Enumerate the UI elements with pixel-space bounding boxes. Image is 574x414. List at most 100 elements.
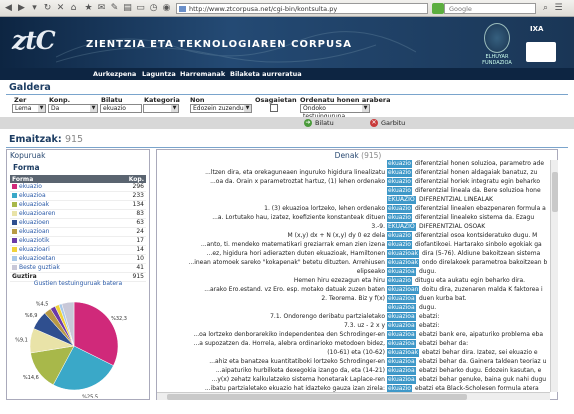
keyword[interactable]: ekuazioa [387,331,416,339]
nav-harremanak[interactable]: Harremanak [180,68,225,80]
bookmark-icon[interactable]: ★ [83,3,94,14]
forma-link[interactable]: ekuazio [19,183,42,190]
table-row[interactable]: ekuazioan 24 [10,227,146,237]
search-input[interactable]: Google [444,3,536,14]
forma-link[interactable]: ekuazioa [19,192,46,199]
reload-icon[interactable]: ↻ [42,3,53,14]
concordance-line[interactable]: M (x,y) dx + N (x,y) dy 0 ez dela ekuazio… [157,232,549,240]
horizontal-scrollbar[interactable] [157,392,550,400]
forma-cell[interactable]: Beste guztiak [10,263,110,273]
table-row[interactable]: ekuaziotik 17 [10,236,146,246]
concordance-line[interactable]: ...anto, ti. mendeko matematikari grezia… [157,241,549,249]
forma-link[interactable]: ekuazioari [19,246,50,253]
search-icon[interactable]: ⌕ [540,3,551,14]
forma-cell[interactable]: ekuazioaren [10,209,110,219]
keyword[interactable]: ekuazioa [387,322,416,330]
forma-link[interactable]: Beste guztiak [19,264,60,271]
forma-cell[interactable]: ekuazioan [10,227,110,237]
go-button[interactable] [432,3,444,14]
forma-cell[interactable]: ekuazio [10,183,110,192]
concordance-line[interactable]: ...oa lortzeko denborarekiko independent… [157,331,549,339]
keyword[interactable]: ekuazioa [387,295,416,303]
menu-icon[interactable]: ☰ [553,3,564,14]
print-icon[interactable]: ▤ [122,3,133,14]
keyword[interactable]: ekuazioak [387,259,420,267]
forma-link[interactable]: ekuaziotik [19,237,49,244]
concordance-line[interactable]: ekuazio diferentzial lineala da. Bere sol… [157,187,549,195]
mail-icon[interactable]: ✉ [96,3,107,14]
concordance-line[interactable]: 7.1. Ondorengo deribatu partzialetako eku… [157,313,549,321]
rss-icon[interactable]: ◉ [161,3,172,14]
history-icon[interactable]: ◷ [148,3,159,14]
keyword[interactable]: EKUAZIO [387,196,416,204]
concordance-line[interactable]: ekuazio diferentzial honen soluzioa, para… [157,160,549,168]
forward-icon[interactable]: ▶ [16,3,27,14]
scrollbar-thumb[interactable] [552,172,558,212]
table-row[interactable]: ekuazioa 233 [10,191,146,201]
keyword[interactable]: ekuazio [387,241,412,249]
url-bar[interactable]: http://www.ztcorpusa.net/cgi-bin/kontsul… [176,3,428,14]
edit-icon[interactable]: ✎ [109,3,120,14]
nav-laguntza[interactable]: Laguntza [142,68,176,80]
concordance-line[interactable]: EKUAZIO DIFERENTZIAL LINEALAK [157,196,549,204]
concordance-line[interactable]: (10-61) eta (10-62) ekuazioak ebatzi behar… [157,349,549,357]
concordance-line[interactable]: 3.-9. EKUAZIO DIFERENTZIAL OSOAK [157,223,549,231]
concordance-line[interactable]: ...ez, higidura hori adierazten duten ek… [157,250,549,258]
keyword[interactable]: ekuazioak [387,349,420,357]
forma-cell[interactable]: ekuaziotik [10,236,110,246]
non-select[interactable]: Edozein zuzendun ▼ [190,104,252,113]
concordance-line[interactable]: ekuazioa dugu. [157,304,549,312]
keyword[interactable]: EKUAZIO [387,223,416,231]
keyword[interactable]: ekuazio [387,187,412,195]
table-row[interactable]: ekuazioaren 83 [10,209,146,219]
home-icon[interactable]: ⌂ [68,3,79,14]
table-row[interactable]: ekuazio 296 [10,183,146,192]
concordance-line[interactable]: ...aipaturiko hurbilketa dexegokia izang… [157,367,549,375]
bilatu-button[interactable]: ➔ Bilatu [304,118,334,128]
keyword[interactable]: ekuazioak [387,250,420,258]
nav-bilaketa-aurreratua[interactable]: Bilaketa aurreratua [230,68,302,80]
table-row[interactable]: ekuazioetan 10 [10,254,146,264]
elhuyar-logo[interactable] [484,23,510,53]
concordance-line[interactable]: Hemen hiru ezezagun eta hiru ekuazio ditug… [157,277,549,285]
ordenatu-select[interactable]: Ondoko testuinguruna▼ [300,104,370,120]
stop-icon[interactable]: ✕ [55,3,66,14]
concordance-line[interactable]: elipseako ekuazioa dugu. [157,268,549,276]
table-row[interactable]: ekuazioen 63 [10,218,146,228]
kategoria-select[interactable]: ▼ [143,104,179,113]
concordance-line[interactable]: ...inean atomoek sareko "kokapenak" bete… [157,259,549,267]
forma-cell[interactable]: ekuazioari [10,245,110,255]
keyword[interactable]: ekuazioa [387,358,416,366]
forma-cell[interactable]: ekuazioak [10,200,110,210]
nav-aurkezpena[interactable]: Aurkezpena [93,68,136,80]
konp-select[interactable]: Da ▼ [48,104,98,113]
dropdown-icon[interactable]: ▾ [29,3,40,14]
keyword[interactable]: ekuazioa [387,376,416,384]
vertical-scrollbar[interactable] [550,160,558,392]
concordance-line[interactable]: ...oa da. Orain x parametroztat hartuz, … [157,178,549,186]
concordance-line[interactable]: ...arako Ero.estand. vz Ero. esp. motako… [157,286,549,294]
bilatu-input[interactable]: ekuazio [100,104,142,113]
back-icon[interactable]: ◀ [3,3,14,14]
concordance-line[interactable]: 1. (3) ekuazioa lortzeko, lehen ordenako… [157,205,549,213]
forma-link[interactable]: ekuazioan [19,228,49,235]
col-kop[interactable]: Kop. [109,175,146,183]
keyword[interactable]: ekuazioa [387,304,416,312]
osagaietan-checkbox[interactable] [270,104,278,112]
keyword[interactable]: ekuazio [387,232,412,240]
concordance-line[interactable]: ...ltzen dira, eta orekaguneaen inguruko… [157,169,549,177]
concordance-line[interactable]: ...y(x) zehatz kalkulatzeko sistema hone… [157,376,549,384]
forma-link[interactable]: ekuazioetan [19,255,55,262]
concordance-line[interactable]: 7.3. uz - 2 x y ekuazioa ebatzi: [157,322,549,330]
site-logo[interactable]: ztC [12,26,56,55]
folder-icon[interactable]: ▭ [135,3,146,14]
keyword[interactable]: ekuazioa [387,268,416,276]
keyword[interactable]: ekuazio [387,205,412,213]
table-row[interactable]: ekuazioari 14 [10,245,146,255]
concordance-line[interactable]: ...a. Lortutako hau, izatez, koefiziente… [157,214,549,222]
forma-cell[interactable]: ekuazioetan [10,254,110,264]
concordance-line[interactable]: 2. Teorema. Biz y f(x) ekuazioa duen kurba… [157,295,549,303]
keyword[interactable]: ekuazioa [387,340,416,348]
keyword[interactable]: ekuazioa [387,313,416,321]
col-forma[interactable]: Forma [10,175,110,183]
